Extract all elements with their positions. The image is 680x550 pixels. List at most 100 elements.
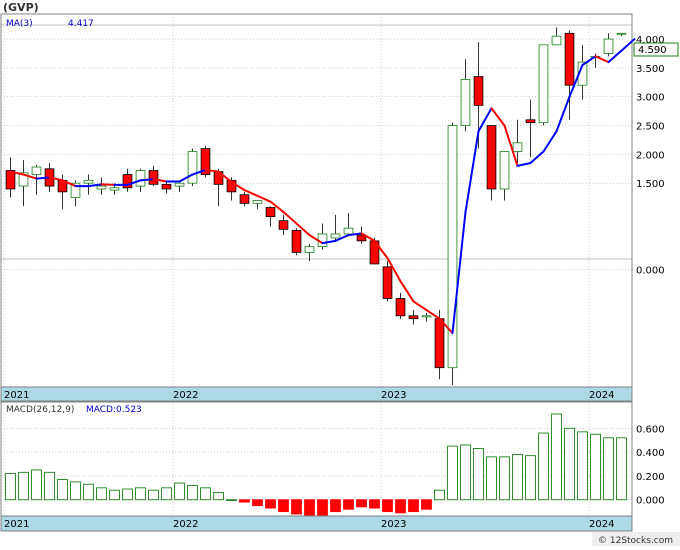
macd-bar xyxy=(83,483,94,501)
macd-bar xyxy=(161,487,172,501)
macd-x-tick-label: 2022 xyxy=(173,519,198,530)
candle-body xyxy=(395,298,406,317)
price-y-tick-label: 2.500 xyxy=(636,122,665,133)
macd-panel xyxy=(0,401,633,532)
ma-legend-label: MA(3) xyxy=(6,19,33,29)
macd-bar xyxy=(356,499,367,508)
macd-x-tick-label: 2023 xyxy=(381,519,406,530)
ma-segment xyxy=(35,176,51,180)
candle-body xyxy=(538,44,549,124)
candle-body xyxy=(304,246,315,253)
last-price-label: 4.590 xyxy=(638,45,667,56)
macd-bar xyxy=(200,487,211,501)
macd-bar xyxy=(330,499,341,513)
macd-bar xyxy=(408,499,419,513)
macd-bar xyxy=(44,471,55,501)
macd-y-tick-label: 0.400 xyxy=(636,448,665,459)
candle-body xyxy=(239,194,250,204)
chart-canvas: 4.0003.5003.0002.5002.0001.5000.000 2021… xyxy=(0,0,680,546)
price-y-tick-label: 2.000 xyxy=(636,150,665,161)
macd-bar xyxy=(317,499,328,516)
macd-bar xyxy=(369,499,380,509)
macd-bar xyxy=(473,448,484,501)
macd-legend-label: MACD(26,12,9) xyxy=(6,405,74,415)
price-x-tick-label: 2023 xyxy=(381,390,406,401)
candle-body xyxy=(31,166,42,175)
macd-bar xyxy=(577,431,588,501)
macd-x-tick-label: 2021 xyxy=(4,519,29,530)
macd-bar xyxy=(213,492,224,501)
candle-body xyxy=(486,125,497,190)
candle-body xyxy=(174,182,185,187)
macd-x-tick-label: 2024 xyxy=(589,519,614,530)
ma-segment xyxy=(139,178,155,182)
macd-bar xyxy=(486,456,497,501)
macd-bar xyxy=(148,489,159,501)
macd-bar xyxy=(122,488,133,501)
macd-bar xyxy=(538,432,549,501)
price-panel xyxy=(0,13,633,402)
candle-body xyxy=(278,220,289,230)
macd-bar xyxy=(96,487,107,501)
macd-x-axis-band xyxy=(0,515,633,532)
macd-bar xyxy=(135,487,146,501)
macd-bar xyxy=(174,482,185,501)
macd-bar xyxy=(70,481,81,501)
candle-body xyxy=(265,207,276,218)
macd-legend-value: MACD:0.523 xyxy=(86,405,142,415)
macd-bar xyxy=(291,499,302,515)
chart-symbol: (GVP) xyxy=(3,1,39,14)
macd-bar xyxy=(57,479,68,501)
price-y-tick-label: 0.000 xyxy=(636,266,665,277)
macd-bar xyxy=(226,499,237,501)
candle-body xyxy=(460,79,471,126)
macd-bar xyxy=(5,473,16,501)
candle-body xyxy=(434,318,445,369)
macd-bar xyxy=(551,413,562,501)
price-y-tick-label: 3.000 xyxy=(636,93,665,104)
macd-bar xyxy=(395,499,406,514)
candle-body xyxy=(473,76,484,106)
candle-body xyxy=(161,183,172,190)
price-x-axis-band xyxy=(0,386,633,402)
price-x-tick-label: 2024 xyxy=(589,390,614,401)
ma-legend-value: 4.417 xyxy=(68,19,94,29)
candle-body xyxy=(83,179,94,184)
macd-bar xyxy=(434,489,445,501)
candle-body xyxy=(343,227,354,235)
candle-body xyxy=(616,32,627,35)
macd-y-tick-label: 0.600 xyxy=(636,424,665,435)
macd-bar xyxy=(616,437,627,501)
candle-body xyxy=(564,32,575,86)
candle-body xyxy=(525,119,536,124)
candle-body xyxy=(382,266,393,299)
candle-body xyxy=(96,185,107,190)
candle-body xyxy=(421,315,432,318)
macd-bar xyxy=(564,427,575,501)
macd-bar xyxy=(382,499,393,513)
macd-y-tick-label: 0.200 xyxy=(636,472,665,483)
macd-bar xyxy=(421,499,432,510)
price-y-tick-label: 1.500 xyxy=(636,179,665,190)
stock-chart: 4.000 3.500 3.000 2.500 2.000 1.500 0.000 2021… xyxy=(0,0,680,546)
macd-bar xyxy=(31,469,42,501)
candle-body xyxy=(291,230,302,253)
macd-bar xyxy=(512,454,523,501)
candle-body xyxy=(109,187,120,191)
macd-y-tick-label: 0.000 xyxy=(636,496,665,507)
price-x-tick-label: 2022 xyxy=(173,390,198,401)
macd-bar xyxy=(525,455,536,501)
price-y-tick-label: 3.500 xyxy=(636,64,665,75)
footer-credit: © 12Stocks.com xyxy=(598,536,673,546)
macd-bar xyxy=(447,445,458,501)
macd-bar xyxy=(590,433,601,501)
macd-bar xyxy=(18,471,29,501)
ma-segment xyxy=(100,183,116,186)
macd-bar xyxy=(343,499,354,510)
candle-body xyxy=(603,38,614,54)
macd-bar xyxy=(187,484,198,501)
candle-body xyxy=(135,170,146,187)
candle-body xyxy=(408,315,419,320)
candle-body xyxy=(551,35,562,46)
candle-body xyxy=(499,151,510,190)
